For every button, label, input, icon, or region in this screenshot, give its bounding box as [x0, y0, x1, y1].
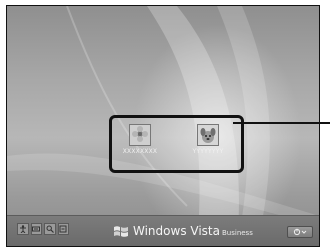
accessibility-icon[interactable]	[17, 223, 29, 235]
user-selection-panel: XXXXXXXX YYYYYYYY	[109, 115, 244, 173]
dog-icon	[197, 124, 219, 146]
edition-label: Business	[221, 229, 253, 237]
user-name: XXXXXXXX	[122, 148, 158, 155]
power-button[interactable]	[287, 226, 313, 238]
narrator-icon[interactable]	[57, 223, 69, 235]
product-name: Windows Vista Business	[133, 224, 253, 240]
user-tile-yyyyyyyy[interactable]: YYYYYYYY	[188, 124, 228, 155]
power-icon	[293, 228, 307, 236]
login-screen: XXXXXXXX YYYYYYYY Windows Vista Business	[6, 5, 320, 247]
windows-flag-icon	[114, 226, 128, 237]
ease-of-access-group	[17, 222, 69, 236]
windows-branding: Windows Vista Business	[113, 218, 253, 240]
login-taskbar: Windows Vista Business	[7, 215, 319, 246]
keyboard-icon[interactable]	[30, 223, 42, 235]
user-tile-xxxxxxxx[interactable]: XXXXXXXX	[120, 124, 160, 155]
user-name: YYYYYYYY	[192, 148, 224, 155]
flower-icon	[129, 124, 151, 146]
magnifier-icon[interactable]	[44, 223, 56, 235]
product-label: Windows Vista	[133, 224, 220, 238]
callout-leader-line	[233, 122, 330, 124]
